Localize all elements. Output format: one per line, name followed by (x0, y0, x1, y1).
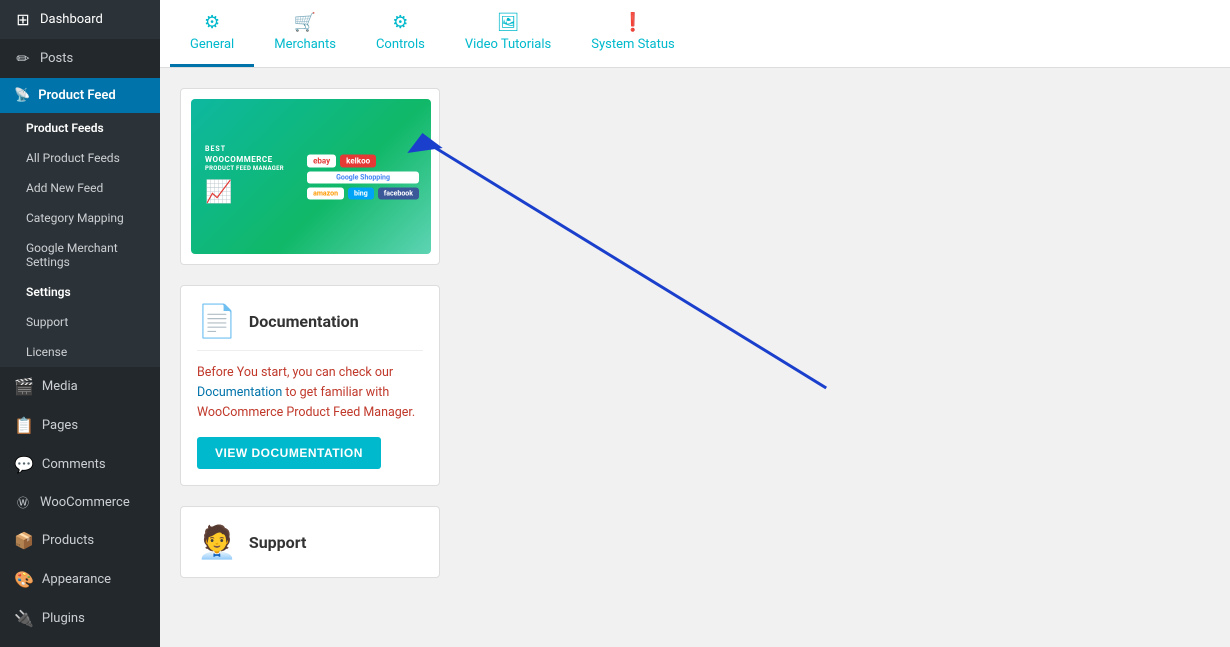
documentation-icon: 📄 (197, 302, 237, 340)
sidebar-item-label: Appearance (42, 572, 111, 587)
sidebar-item-media[interactable]: 🎬 Media (0, 367, 160, 406)
sidebar-item-posts[interactable]: ✏ Posts (0, 39, 160, 78)
documentation-card-header: 📄 Documentation (197, 302, 423, 351)
sidebar-section-product-feed: 📡 Product Feed Product Feeds All Product… (0, 78, 160, 367)
woocommerce-icon: Ⓦ (14, 494, 32, 511)
content-area: BEST WOOCOMMERCE PRODUCT FEED MANAGER 📈 … (160, 68, 1230, 598)
dashboard-icon: ⊞ (14, 10, 32, 29)
plugins-icon: 🔌 (14, 609, 34, 628)
sidebar-item-product-feeds[interactable]: Product Feeds (0, 113, 160, 143)
sidebar-item-label: Dashboard (40, 12, 103, 27)
media-icon: 🎬 (14, 377, 34, 396)
sidebar: ⊞ Dashboard ✏ Posts 📡 Product Feed Produ… (0, 0, 160, 647)
sidebar-item-woocommerce[interactable]: Ⓦ WooCommerce (0, 484, 160, 521)
pages-icon: 📋 (14, 416, 34, 435)
comments-icon: 💬 (14, 455, 34, 474)
view-documentation-button[interactable]: VIEW DOCUMENTATION (197, 437, 381, 469)
documentation-title: Documentation (249, 312, 359, 331)
general-tab-icon: ⚙ (204, 12, 220, 33)
sidebar-item-products[interactable]: 📦 Products (0, 521, 160, 560)
support-card-header: 🧑‍💼 Support (197, 523, 423, 561)
sidebar-item-comments[interactable]: 💬 Comments (0, 445, 160, 484)
product-banner-card: BEST WOOCOMMERCE PRODUCT FEED MANAGER 📈 … (180, 88, 440, 265)
sidebar-item-license[interactable]: License (0, 337, 160, 367)
sidebar-item-users[interactable]: 👤 Users (0, 638, 160, 647)
sidebar-item-all-product-feeds[interactable]: All Product Feeds (0, 143, 160, 173)
sidebar-item-label: Comments (42, 457, 106, 472)
sidebar-item-plugins[interactable]: 🔌 Plugins (0, 599, 160, 638)
sidebar-item-google-merchant[interactable]: Google Merchant Settings (0, 233, 160, 277)
tab-controls[interactable]: ⚙ Controls (356, 0, 445, 67)
documentation-card: 📄 Documentation Before You start, you ca… (180, 285, 440, 486)
appearance-icon: 🎨 (14, 570, 34, 589)
documentation-text: Before You start, you can check our Docu… (197, 363, 423, 423)
sidebar-item-label: Pages (42, 418, 78, 433)
documentation-link[interactable]: Documentation (197, 385, 282, 400)
sidebar-item-appearance[interactable]: 🎨 Appearance (0, 560, 160, 599)
merchants-tab-icon: 🛒 (294, 12, 316, 33)
support-icon: 🧑‍💼 (197, 523, 237, 561)
sidebar-item-dashboard[interactable]: ⊞ Dashboard (0, 0, 160, 39)
support-card: 🧑‍💼 Support (180, 506, 440, 578)
sidebar-item-category-mapping[interactable]: Category Mapping (0, 203, 160, 233)
tab-merchants[interactable]: 🛒 Merchants (254, 0, 356, 67)
products-icon: 📦 (14, 531, 34, 550)
tab-video-tutorials[interactable]: 🖼 Video Tutorials (445, 0, 571, 67)
support-title: Support (249, 533, 307, 552)
sidebar-item-product-feed[interactable]: 📡 Product Feed (0, 78, 160, 113)
sidebar-item-label: Media (42, 379, 78, 394)
posts-icon: ✏ (14, 49, 32, 68)
system-status-tab-icon: ❗ (622, 12, 644, 33)
tab-general[interactable]: ⚙ General (170, 0, 254, 67)
sidebar-item-pages[interactable]: 📋 Pages (0, 406, 160, 445)
sidebar-item-add-new-feed[interactable]: Add New Feed (0, 173, 160, 203)
controls-tab-icon: ⚙ (392, 12, 408, 33)
sidebar-item-label: Product Feed (38, 88, 115, 103)
sidebar-item-support[interactable]: Support (0, 307, 160, 337)
video-tutorials-tab-icon: 🖼 (497, 12, 520, 33)
banner-text: BEST WOOCOMMERCE PRODUCT FEED MANAGER 📈 (205, 144, 284, 208)
banner-logos: ebay kelkoo Google Shopping amazon bing … (307, 154, 419, 199)
main-content: ⚙ General 🛒 Merchants ⚙ Controls 🖼 Video… (160, 0, 1230, 647)
sidebar-item-label: Plugins (42, 611, 85, 626)
sidebar-item-settings[interactable]: Settings (0, 277, 160, 307)
product-banner-image: BEST WOOCOMMERCE PRODUCT FEED MANAGER 📈 … (191, 99, 431, 254)
tabs-bar: ⚙ General 🛒 Merchants ⚙ Controls 🖼 Video… (160, 0, 1230, 68)
sidebar-item-label: WooCommerce (40, 495, 130, 510)
product-feed-icon: 📡 (14, 88, 30, 103)
sidebar-item-label: Products (42, 533, 94, 548)
tab-system-status[interactable]: ❗ System Status (571, 0, 695, 67)
sidebar-item-label: Posts (40, 51, 73, 66)
